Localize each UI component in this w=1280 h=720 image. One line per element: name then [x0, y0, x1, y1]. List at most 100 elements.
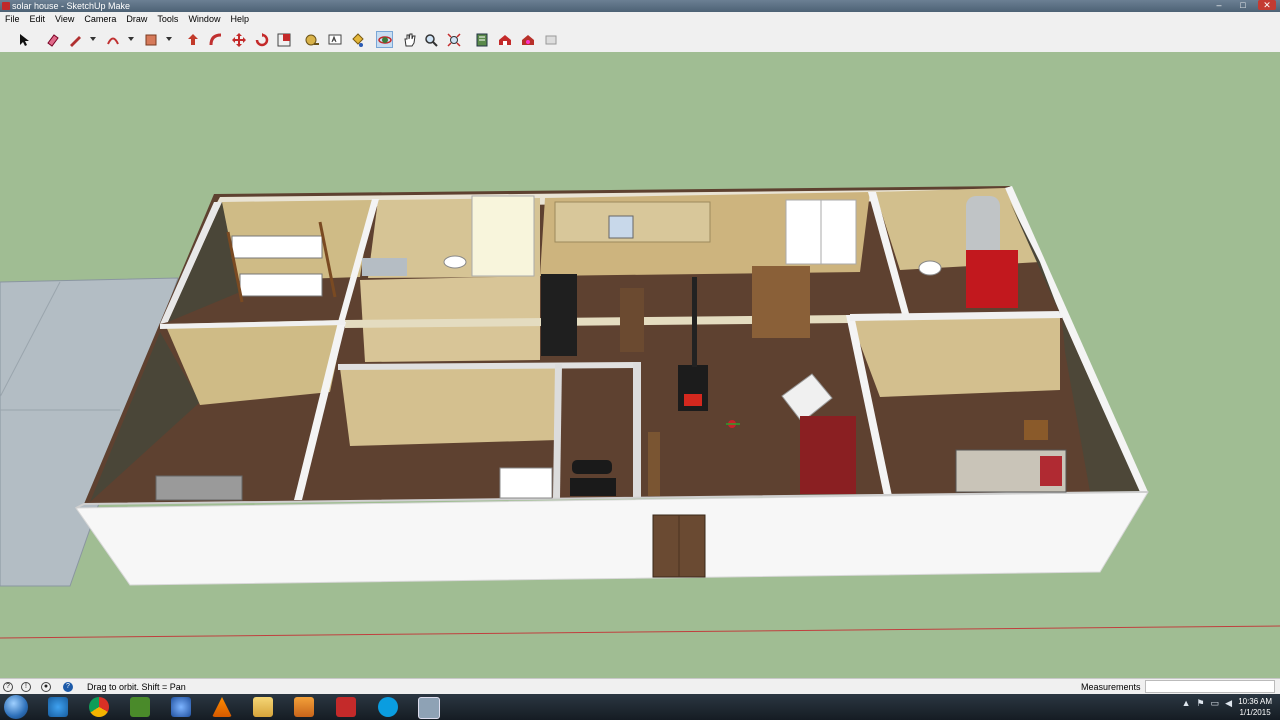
arc-dropdown-caret[interactable] [128, 37, 134, 41]
push-pull-icon [187, 33, 198, 45]
chrome-icon[interactable] [89, 697, 109, 717]
internet-explorer-icon[interactable] [48, 697, 68, 717]
layout-button[interactable] [542, 31, 559, 48]
menu-help[interactable]: Help [225, 12, 254, 27]
clock-time: 10:36 AM [1238, 697, 1272, 706]
vanity-left [362, 258, 407, 276]
bunk-bed-top [231, 235, 323, 259]
rectangle-tool-button[interactable] [142, 31, 159, 48]
media-player-icon[interactable] [294, 697, 314, 717]
zoom-tool-button[interactable] [422, 31, 439, 48]
select-tool-button[interactable] [15, 31, 32, 48]
text-tool-button[interactable] [326, 31, 343, 48]
toilet-left [443, 255, 467, 269]
text-label-icon [328, 34, 341, 44]
move-tool-button[interactable] [230, 31, 247, 48]
menu-draw[interactable]: Draw [121, 12, 152, 27]
maximize-button[interactable]: □ [1234, 0, 1252, 10]
geo-location-icon[interactable]: ? [3, 682, 13, 692]
arc-icon [106, 37, 119, 44]
washer-dryer [966, 250, 1018, 308]
move-icon [231, 32, 246, 47]
partition-right-wall [850, 314, 1060, 397]
bunk-bed-bottom [239, 273, 323, 297]
media-icon[interactable] [171, 697, 191, 717]
red-axis-line [0, 625, 1280, 639]
clock-date: 1/1/2015 [1239, 708, 1271, 717]
follow-me-icon [209, 33, 221, 45]
start-button[interactable] [4, 695, 28, 719]
tray-network-icon[interactable]: ▭ [1211, 698, 1220, 709]
stair-rail [648, 432, 660, 496]
select-arrow-icon [19, 33, 29, 46]
user-icon[interactable]: ● [41, 682, 51, 692]
zoom-extents-icon [446, 32, 461, 47]
paint-bucket-tool-button[interactable] [348, 31, 365, 48]
system-clock[interactable]: 10:36 AM 1/1/2015 [1238, 696, 1272, 718]
sketchup-taskbar-icon[interactable] [336, 697, 356, 717]
status-bar: ? ! ● ? Drag to orbit. Shift = Pan Measu… [0, 678, 1280, 695]
stove-fire [684, 394, 702, 406]
extension-warehouse-button[interactable] [519, 31, 536, 48]
measurements-input[interactable] [1145, 680, 1275, 693]
scale-icon [277, 33, 290, 46]
kitchen-island [620, 288, 644, 352]
kitchen-window [608, 215, 634, 239]
get-models-button[interactable] [473, 31, 490, 48]
3d-warehouse-button[interactable] [496, 31, 513, 48]
orbit-tool-button[interactable] [376, 31, 393, 48]
push-pull-tool-button[interactable] [184, 31, 201, 48]
extension-icon [521, 34, 534, 45]
orbit-icon [377, 35, 392, 44]
scale-tool-button[interactable] [275, 31, 292, 48]
menu-file[interactable]: File [0, 12, 25, 27]
office-chair-seat [572, 460, 612, 474]
window-title: solar house - SketchUp Make [12, 1, 131, 11]
rectangle-dropdown-caret[interactable] [166, 37, 172, 41]
eraser-icon [46, 33, 59, 47]
pan-tool-button[interactable] [400, 31, 417, 48]
tape-measure-tool-button[interactable] [303, 31, 320, 48]
pencil-icon [69, 35, 81, 47]
minimize-button[interactable]: – [1210, 0, 1228, 10]
arc-tool-button[interactable] [104, 31, 121, 48]
magnifier-icon [424, 33, 438, 47]
vlc-icon[interactable] [212, 697, 232, 717]
model-viewport[interactable] [0, 52, 1280, 678]
menu-window[interactable]: Window [183, 12, 225, 27]
close-button[interactable]: ✕ [1258, 0, 1276, 10]
title-bar: solar house - SketchUp Make – □ ✕ [0, 0, 1280, 12]
skype-icon[interactable] [378, 697, 398, 717]
menu-tools[interactable]: Tools [152, 12, 183, 27]
help-icon[interactable]: ? [63, 682, 73, 692]
rotate-tool-button[interactable] [253, 31, 270, 48]
rectangle-icon [145, 34, 156, 45]
tray-flag-icon[interactable]: ⚑ [1196, 698, 1204, 709]
menu-edit[interactable]: Edit [25, 12, 51, 27]
eraser-tool-button[interactable] [43, 31, 60, 48]
follow-me-tool-button[interactable] [207, 31, 224, 48]
house-model-scene [0, 186, 1280, 639]
system-tray: ▲ ⚑ ▭ ◀ [1182, 698, 1232, 709]
wall-cut-6 [633, 362, 641, 498]
layout-icon [545, 35, 556, 44]
status-hint-text: Drag to orbit. Shift = Pan [87, 682, 186, 692]
credits-icon[interactable]: ! [21, 682, 31, 692]
window-taskbar-icon[interactable] [418, 697, 440, 719]
menu-camera[interactable]: Camera [79, 12, 121, 27]
partition-middle-wall [340, 365, 558, 446]
line-tool-button[interactable] [66, 31, 83, 48]
bedside-table [1024, 420, 1048, 440]
menu-bar: File Edit View Camera Draw Tools Window … [0, 12, 1280, 27]
menu-view[interactable]: View [50, 12, 79, 27]
tray-volume-icon[interactable]: ◀ [1225, 698, 1232, 709]
minecraft-icon[interactable] [130, 697, 150, 717]
tray-arrow-icon[interactable]: ▲ [1182, 698, 1191, 709]
windows-taskbar: ▲ ⚑ ▭ ◀ 10:36 AM 1/1/2015 [0, 694, 1280, 720]
file-explorer-icon[interactable] [253, 697, 273, 717]
zoom-extents-tool-button[interactable] [445, 31, 462, 48]
stove-pipe [692, 277, 697, 367]
window-controls: – □ ✕ [1210, 0, 1276, 12]
measurements-label: Measurements [1081, 682, 1141, 692]
line-dropdown-caret[interactable] [90, 37, 96, 41]
